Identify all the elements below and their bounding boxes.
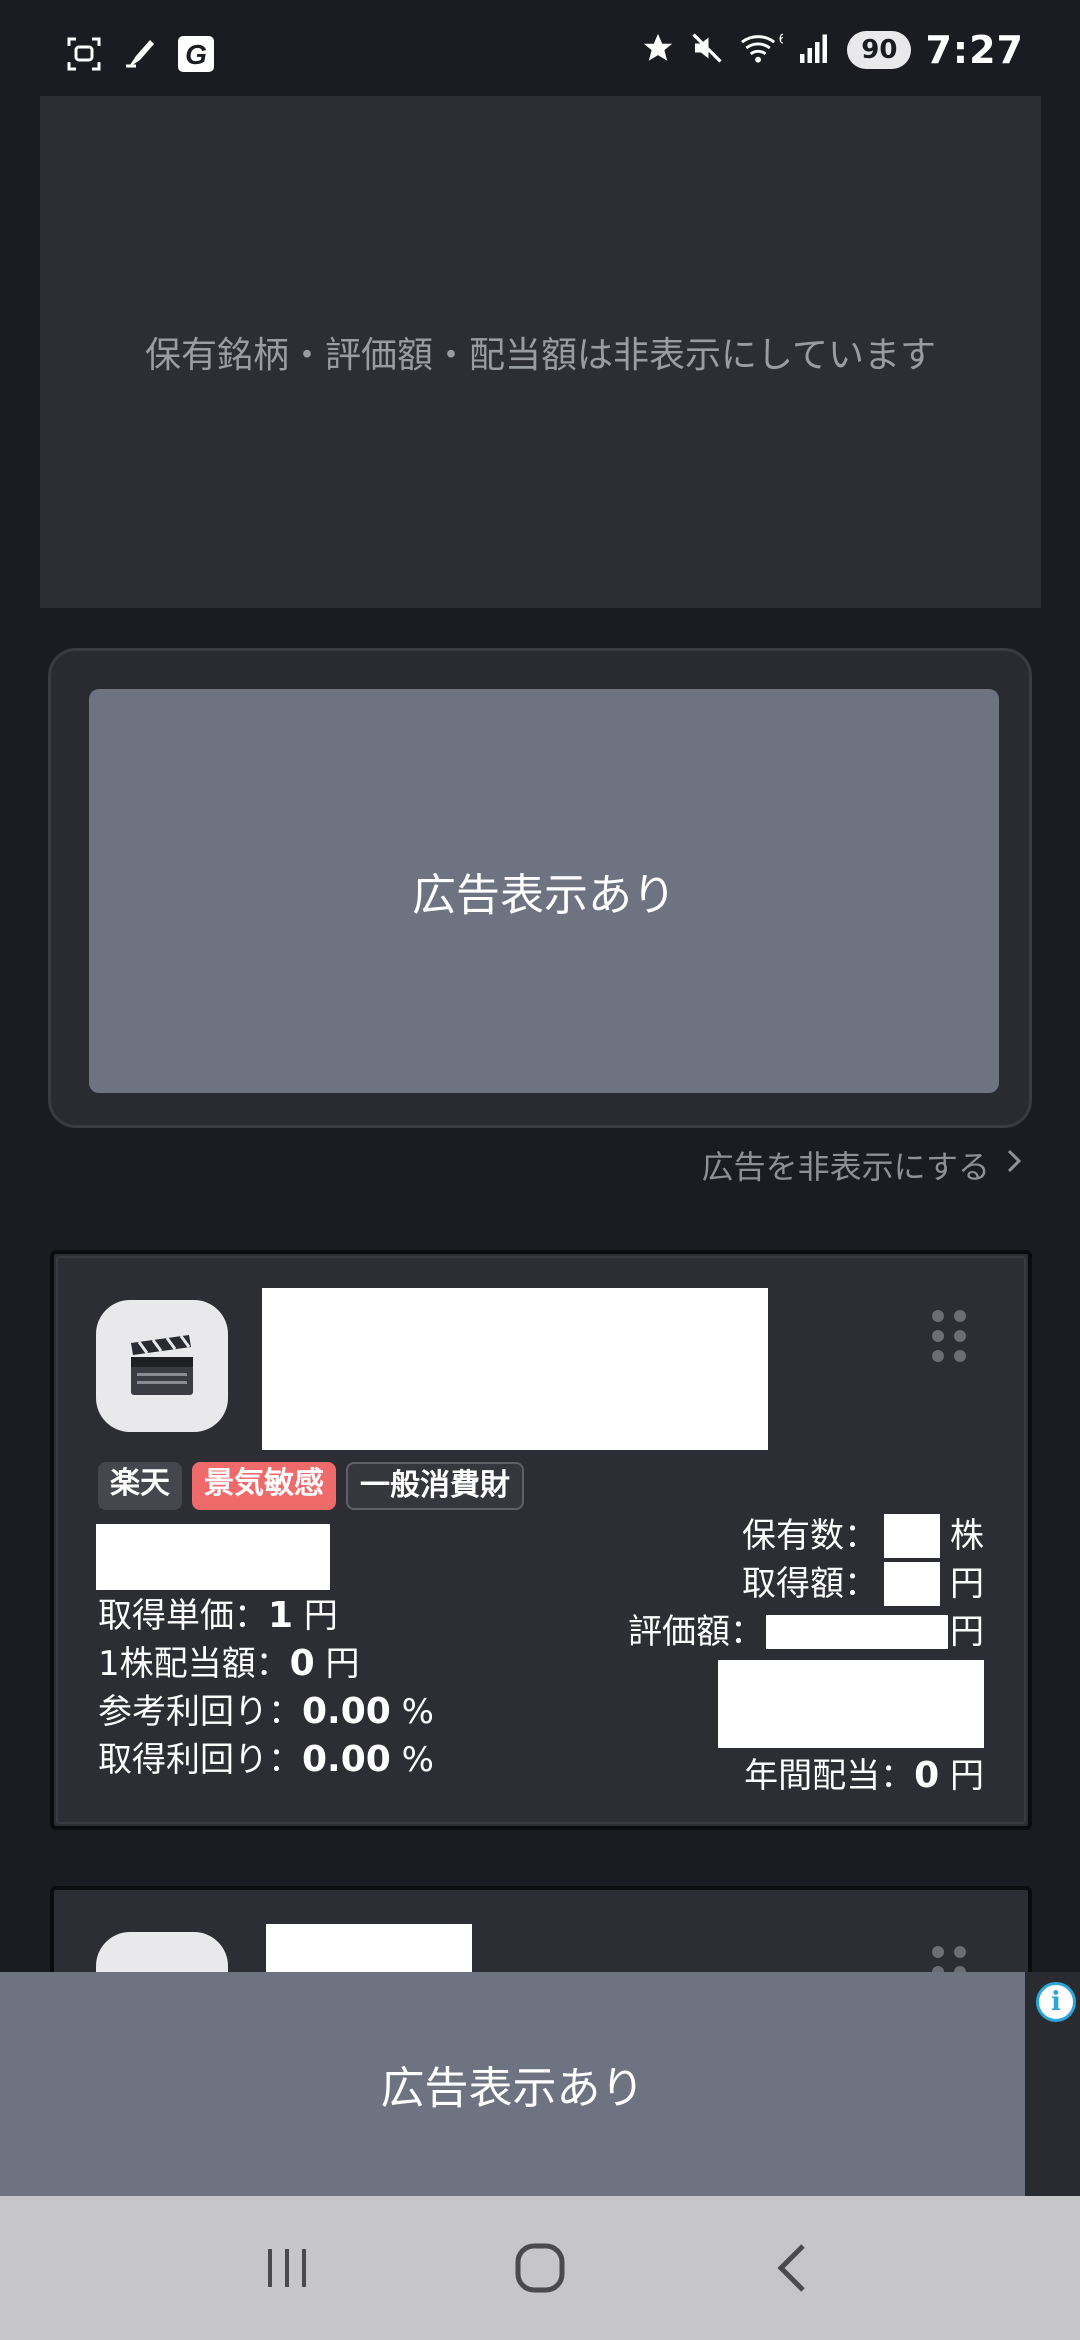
hidden-holdings-panel: 保有銘柄・評価額・配当額は非表示にしています — [40, 96, 1041, 608]
valuation: 評価額：円 — [628, 1612, 984, 1652]
pen-app-icon — [120, 34, 160, 74]
svg-text:6: 6 — [779, 33, 783, 48]
ad-card: 広告表示あり — [48, 648, 1032, 1128]
redacted-stock-name — [262, 1288, 768, 1450]
tag-broker: 楽天 — [98, 1462, 182, 1510]
acquisition-yield: 取得利回り：0.00 % — [98, 1739, 434, 1780]
redacted-code — [96, 1524, 330, 1590]
bottom-ad-label: 広告表示あり — [380, 2063, 645, 2114]
chevron-right-icon — [1004, 1146, 1024, 1184]
recent-apps-icon[interactable] — [247, 2228, 327, 2308]
navigation-bar — [0, 2196, 1080, 2340]
ad-label: 広告表示あり — [412, 870, 676, 921]
clapperboard-icon — [96, 1300, 228, 1432]
home-icon[interactable] — [500, 2228, 580, 2308]
mute-icon — [689, 30, 725, 70]
hidden-holdings-message: 保有銘柄・評価額・配当額は非表示にしています — [145, 335, 936, 376]
holdings-count: 保有数：株 — [742, 1514, 984, 1558]
g-app-icon: G — [176, 34, 216, 74]
acquisition-amount: 取得額：円 — [742, 1562, 984, 1606]
status-bar: G 6 90 7:27 — [0, 0, 1080, 100]
star-icon — [641, 31, 675, 69]
tag-cyclical: 景気敏感 — [192, 1462, 336, 1510]
drag-handle-icon[interactable] — [932, 1310, 966, 1362]
tag-sector: 一般消費財 — [346, 1462, 524, 1510]
svg-text:G: G — [185, 39, 207, 70]
acquisition-unit-price: 取得単価：1 円 — [98, 1595, 338, 1636]
stock-card[interactable]: 楽天 景気敏感 一般消費財 取得単価：1 円 1株配当額：0 円 参考利回り：0… — [50, 1250, 1032, 1830]
hide-ads-link[interactable]: 広告を非表示にする — [702, 1140, 1024, 1190]
redacted-gain — [564, 1656, 984, 1752]
signal-icon — [797, 30, 833, 70]
dividend-per-share: 1株配当額：0 円 — [98, 1643, 360, 1684]
info-icon[interactable]: i — [1036, 1982, 1076, 2022]
wifi-icon: 6 — [739, 30, 787, 70]
ad-placeholder[interactable]: 広告表示あり — [89, 689, 999, 1093]
bottom-ad-banner[interactable]: 広告表示あり — [0, 1972, 1025, 2196]
battery-level: 90 — [847, 31, 912, 69]
screenshot-icon — [64, 34, 104, 74]
reference-yield: 参考利回り：0.00 % — [98, 1691, 434, 1732]
back-icon[interactable] — [753, 2228, 833, 2308]
hide-ads-label: 広告を非表示にする — [701, 1148, 990, 1186]
clock: 7:27 — [925, 28, 1024, 72]
tag-list: 楽天 景気敏感 一般消費財 — [98, 1462, 524, 1510]
right-info: 保有数：株 取得額：円 評価額：円 年間配当： 0 円 — [564, 1512, 984, 1800]
annual-dividend: 年間配当： 0 円 — [744, 1755, 984, 1796]
left-info: 取得単価：1 円 1株配当額：0 円 参考利回り：0.00 % 取得利回り：0.… — [98, 1592, 434, 1784]
